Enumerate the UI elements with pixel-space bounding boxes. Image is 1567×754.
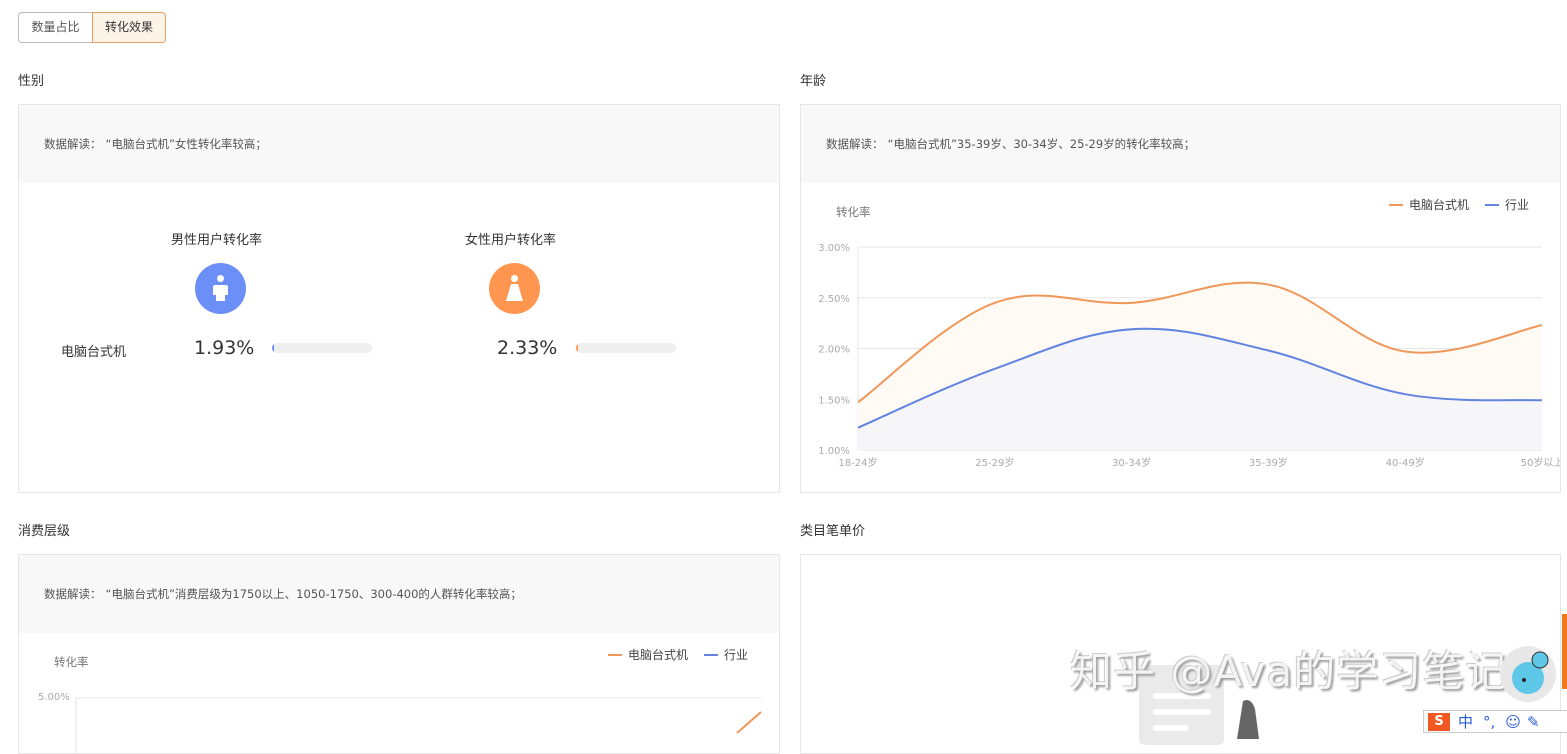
pen-icon[interactable]: ✎ [1527,713,1540,731]
ime-lang-toggle[interactable]: 中 [1458,711,1473,732]
y-tick-label: 3.00% [818,243,850,254]
male-conversion-bar-fill [272,343,274,353]
ime-toolbar[interactable]: S 中 °, ☺ ✎ [1423,710,1567,733]
watermark: 知乎 @Ava的学习笔记 [1070,647,1509,696]
female-person-icon [489,263,540,314]
female-conversion-bar-fill [576,343,579,353]
male-person-icon [195,263,246,314]
assistant-avatar[interactable] [1500,646,1556,702]
section-title-category-price: 类目笔单价 [800,524,866,539]
sogou-logo-icon: S [1428,712,1450,731]
ime-punct-toggle[interactable]: °, [1483,713,1495,731]
x-tick-label: 30-34岁 [1112,456,1151,469]
x-tick-label: 18-24岁 [838,456,877,469]
x-tick-label: 35-39岁 [1249,456,1288,469]
gender-panel: 数据解读： “电脑台式机”女性转化率较高； 男性用户转化率 女性用户转化率 电脑台… [18,104,780,493]
tab-conversion-effect[interactable]: 转化效果 [92,12,166,43]
male-conversion-bar [272,343,372,353]
section-title-consumption: 消费层级 [18,524,71,539]
section-title-age: 年龄 [800,74,827,89]
side-feedback-tab[interactable] [1562,614,1567,689]
y-tick-label: 1.50% [818,395,850,406]
male-conversion-value: 1.93% [194,337,255,359]
interp-text: “电脑台式机”女性转化率较高； [105,137,267,151]
consumption-panel: 数据解读： “电脑台式机”消费层级为1750以上、1050-1750、300-40… [18,554,780,754]
section-title-gender: 性别 [18,74,45,89]
emoji-icon[interactable]: ☺ [1505,713,1521,731]
y-tick-label: 2.00% [818,345,850,356]
gender-interpretation: 数据解读： “电脑台式机”女性转化率较高； [19,105,779,183]
y-tick-label: 1.00% [818,446,850,457]
female-conversion-bar [576,343,676,353]
series-line-product [736,711,762,734]
y-tick-label: 2.50% [818,294,850,305]
age-chart: 1.00% 1.50% 2.00% 2.50% 3.00% 18-24岁 25-29岁 30-… [818,243,1561,469]
tab-quantity-share[interactable]: 数量占比 [18,12,93,43]
age-panel: 数据解读： “电脑台式机”35-39岁、30-34岁、25-29岁的转化率较高； … [800,104,1561,493]
x-tick-label: 40-49岁 [1386,456,1425,469]
x-tick-label: 25-29岁 [975,456,1014,469]
consumption-chart [75,697,762,753]
male-conversion-title: 男性用户转化率 [171,233,263,248]
female-conversion-value: 2.33% [497,337,558,359]
female-conversion-title: 女性用户转化率 [465,233,557,248]
x-tick-label: 50岁以上 [1521,456,1561,469]
row-label: 电脑台式机 [61,345,127,360]
interp-label: 数据解读： [44,137,102,151]
